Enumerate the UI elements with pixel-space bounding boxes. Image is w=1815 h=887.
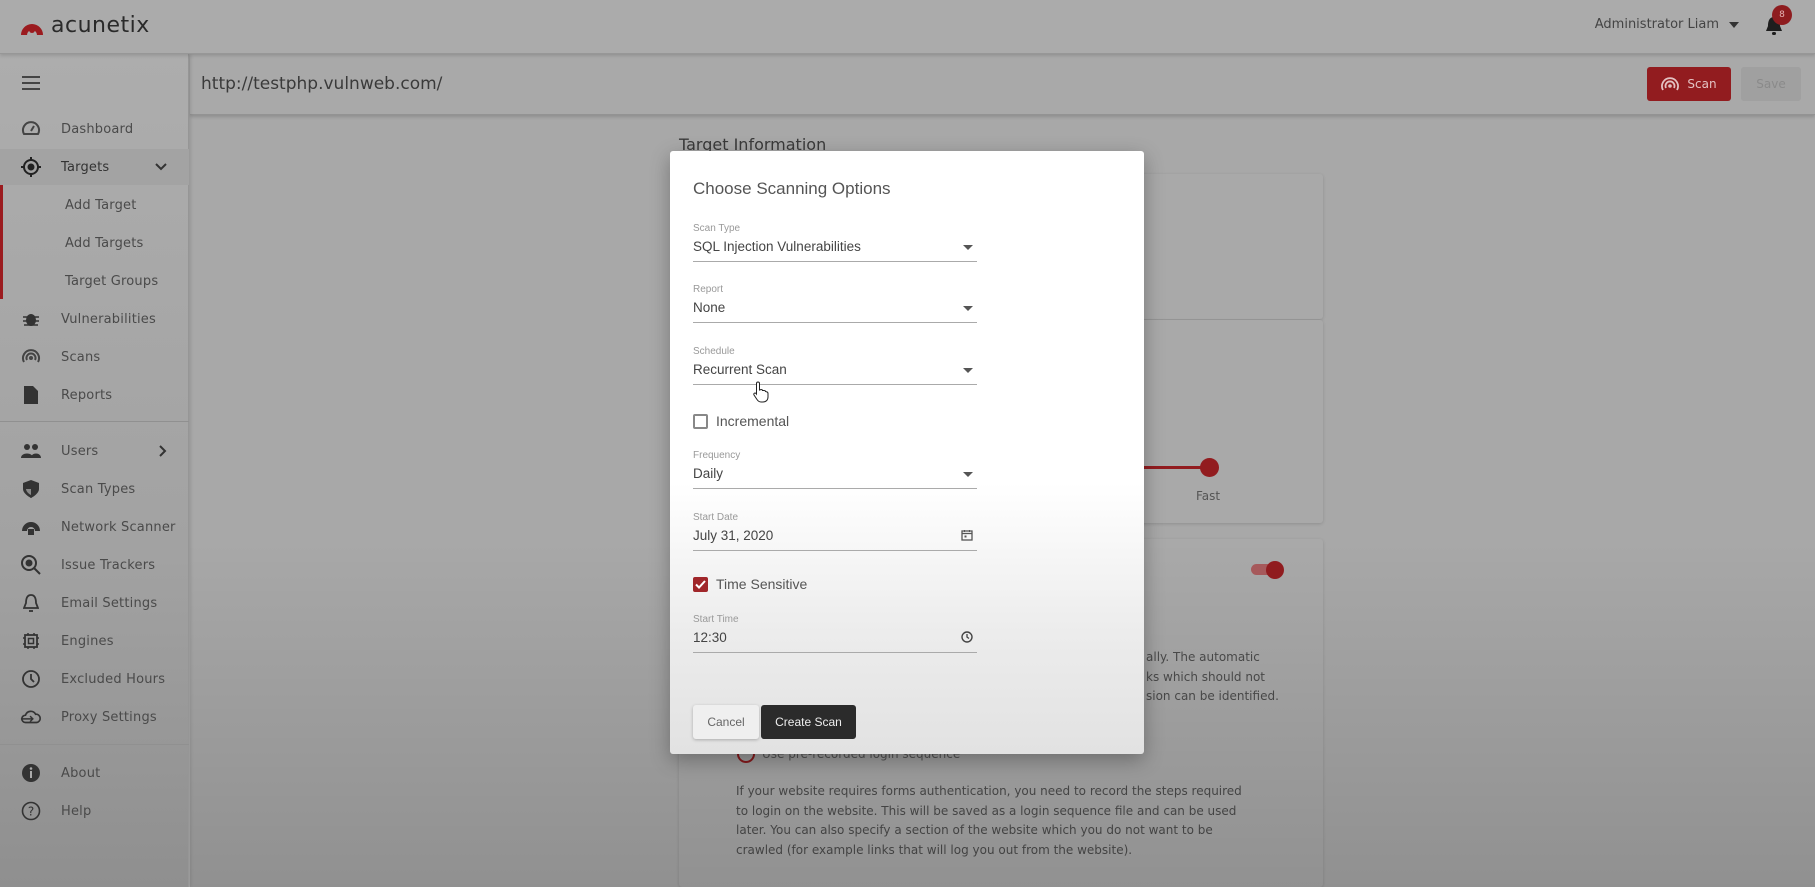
sidebar-item-proxy-settings[interactable]: Proxy Settings [0,699,189,735]
notification-badge: 8 [1772,5,1792,25]
scan-type-select[interactable]: Scan Type SQL Injection Vulnerabilities [693,223,977,262]
chevron-right-icon [159,445,167,457]
dialog-title: Choose Scanning Options [693,179,891,198]
bell-icon [20,592,42,614]
hand-cursor-icon [753,381,769,403]
sidebar-item-scans[interactable]: Scans [0,339,189,375]
users-icon [20,440,42,462]
scan-icon [20,346,42,368]
chevron-down-icon [155,163,167,171]
sidebar-divider [0,744,189,745]
checkmark-icon [695,579,706,589]
menu-toggle-icon[interactable] [22,76,40,94]
frequency-select[interactable]: Frequency Daily [693,450,977,489]
sidebar-item-about[interactable]: About [0,755,189,791]
sidebar-divider [0,421,189,422]
create-scan-button[interactable]: Create Scan [761,705,856,739]
sidebar-item-vulnerabilities[interactable]: Vulnerabilities [0,301,189,337]
sidebar-item-engines[interactable]: Engines [0,623,189,659]
svg-text:?: ? [28,805,34,819]
site-login-toggle[interactable] [1251,561,1285,579]
sidebar-item-help[interactable]: ? Help [0,793,189,829]
scan-icon [1661,77,1680,91]
sidebar-item-reports[interactable]: Reports [0,377,189,413]
target-icon [20,156,42,178]
report-select[interactable]: Report None [693,284,977,323]
network-icon [20,516,42,538]
bug-icon [20,308,42,330]
checkbox-unchecked[interactable] [693,413,708,429]
sidebar-item-targets[interactable]: Targets [0,149,189,185]
caret-down-icon [1729,21,1739,28]
dropdown-arrow-icon [963,368,973,373]
dashboard-icon [20,118,42,140]
help-icon: ? [20,800,42,822]
login-sequence-description: If your website requires forms authentic… [736,784,1242,857]
sidebar-item-dashboard[interactable]: Dashboard [0,111,189,147]
sidebar-item-issue-trackers[interactable]: Issue Trackers [0,547,189,583]
start-date-field[interactable]: Start Date July 31, 2020 [693,512,977,551]
dropdown-arrow-icon [963,306,973,311]
sidebar-item-add-targets[interactable]: Add Targets [0,225,189,261]
time-sensitive-checkbox[interactable]: Time Sensitive [693,576,807,592]
report-icon [20,384,42,406]
brand-name: acunetix [51,13,150,38]
top-header: acunetix Administrator Liam 8 [0,0,1815,54]
user-menu[interactable]: Administrator Liam [1595,17,1739,32]
sidebar-item-users[interactable]: Users [0,433,189,469]
schedule-select[interactable]: Schedule Recurrent Scan [693,346,977,385]
issue-tracker-icon [20,554,42,576]
user-name: Administrator Liam [1594,17,1719,32]
dropdown-arrow-icon [963,472,973,477]
sidebar-item-excluded-hours[interactable]: Excluded Hours [0,661,189,697]
dropdown-arrow-icon [963,245,973,250]
scan-options-dialog: Choose Scanning Options Scan Type SQL In… [670,151,1144,754]
start-time-field[interactable]: Start Time 12:30 [693,614,977,653]
login-description-partial: ally. The automatic ks which should not … [1146,650,1279,703]
cancel-button[interactable]: Cancel [693,705,759,739]
acunetix-logo[interactable]: acunetix [19,13,150,38]
slider-label-fast: Fast [1196,489,1221,503]
info-icon [20,762,42,784]
clock-icon [20,668,42,690]
sidebar-item-network-scanner[interactable]: Network Scanner [0,509,189,545]
cloud-icon [20,706,42,728]
scan-speed-slider-handle[interactable] [1200,458,1219,477]
clock-icon[interactable] [961,631,973,643]
sidebar-item-scan-types[interactable]: Scan Types [0,471,189,507]
target-url: http://testphp.vulnweb.com/ [201,74,443,94]
target-header-bar: http://testphp.vulnweb.com/ Scan Save [190,55,1815,115]
sidebar-item-email-settings[interactable]: Email Settings [0,585,189,621]
sidebar: Dashboard Targets Add Target Add Targets… [0,54,189,887]
incremental-checkbox[interactable]: Incremental [693,413,789,429]
sidebar-item-target-groups[interactable]: Target Groups [0,263,189,299]
acunetix-logo-icon [21,23,43,35]
checkbox-checked[interactable] [693,576,708,592]
scan-button[interactable]: Scan [1647,67,1731,101]
sidebar-item-add-target[interactable]: Add Target [0,187,189,223]
chip-icon [20,630,42,652]
shield-icon [20,478,42,500]
calendar-icon[interactable] [961,529,973,541]
save-button[interactable]: Save [1741,67,1801,101]
